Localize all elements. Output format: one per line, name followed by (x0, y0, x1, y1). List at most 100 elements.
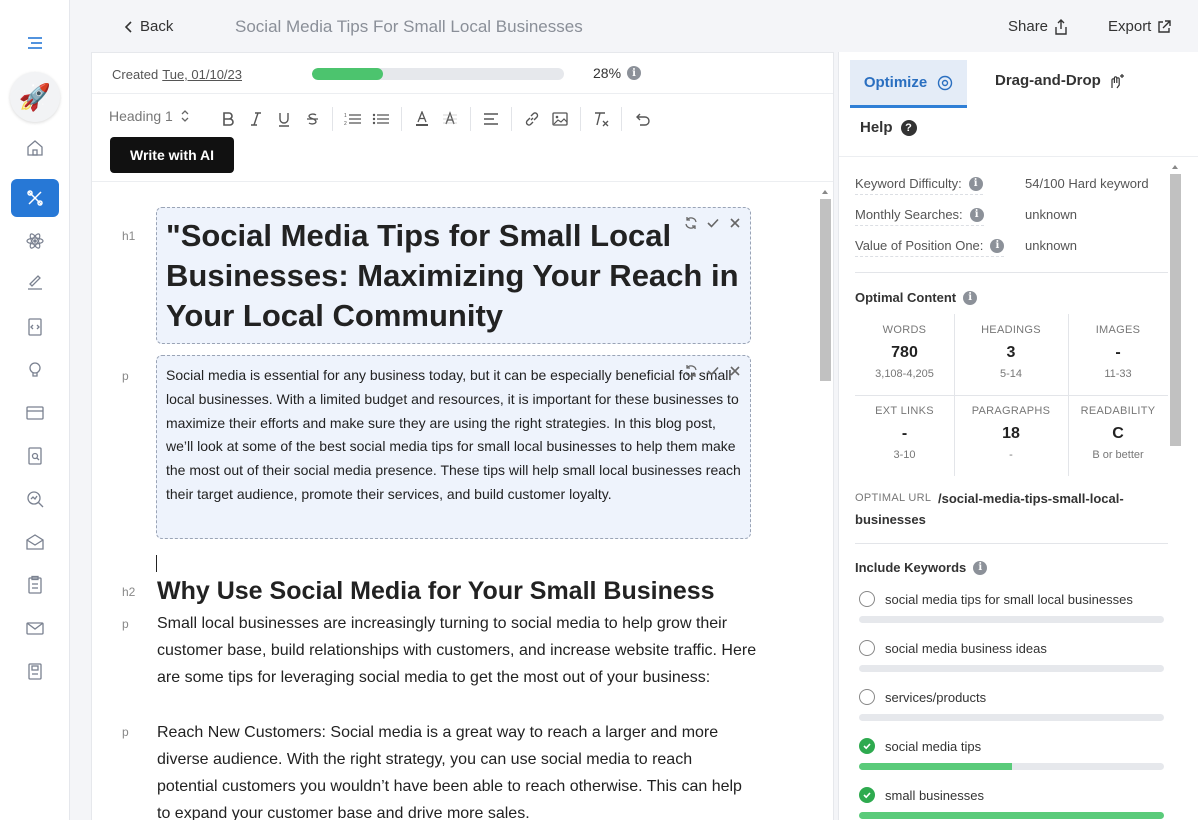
panel-scrollbar[interactable] (1169, 160, 1181, 820)
doc-search-icon[interactable] (11, 437, 59, 475)
toolbar-separator (580, 107, 581, 131)
undo-icon[interactable] (628, 105, 656, 133)
metric-range: B or better (1068, 449, 1168, 461)
document-title[interactable]: Social Media Tips For Small Local Busine… (235, 17, 583, 37)
section-divider (855, 543, 1168, 544)
h1-text[interactable]: "Social Media Tips for Small Local Busin… (157, 208, 750, 336)
strikethrough-icon[interactable] (298, 105, 326, 133)
h1-suggestion-block[interactable]: "Social Media Tips for Small Local Busin… (156, 207, 751, 344)
editor-tools-icon[interactable] (11, 179, 59, 217)
metrics-grid: WORDS 780 3,108-4,205 HEADINGS 3 5-14 IM… (855, 314, 1168, 476)
tab-drag-and-drop[interactable]: Drag-and-Drop (995, 72, 1125, 89)
metric-value: 3 (954, 344, 1068, 362)
scroll-up-icon[interactable] (1169, 162, 1181, 172)
link-icon[interactable] (518, 105, 546, 133)
position-one-text: Value of Position One: (855, 238, 983, 253)
menu-icon[interactable] (11, 24, 59, 62)
back-button[interactable]: Back (124, 18, 173, 35)
editor-scrollbar[interactable] (819, 185, 831, 820)
metric-label: HEADINGS (954, 324, 1068, 336)
tab-optimize[interactable]: Optimize (850, 60, 967, 108)
info-icon[interactable]: i (969, 177, 983, 191)
close-icon[interactable] (728, 216, 742, 230)
created-info: Created Tue, 01/10/23 (112, 67, 242, 82)
keyword-item[interactable]: small businesses (859, 787, 1164, 819)
inbox-icon[interactable] (11, 523, 59, 561)
metric-label: EXT LINKS (855, 405, 954, 417)
info-icon[interactable]: i (973, 561, 987, 575)
home-icon[interactable] (11, 129, 59, 167)
italic-icon[interactable] (242, 105, 270, 133)
block-tag-h1: h1 (122, 229, 135, 243)
h2-heading[interactable]: Why Use Social Media for Your Small Busi… (157, 577, 715, 606)
bold-icon[interactable] (214, 105, 242, 133)
paragraph-suggestion-block[interactable]: Social media is essential for any busine… (156, 355, 751, 539)
clear-format-icon[interactable] (587, 105, 615, 133)
progress-percent: 28% i (593, 65, 641, 81)
underline-icon[interactable] (270, 105, 298, 133)
metric-value: - (855, 425, 954, 443)
card-icon[interactable] (11, 394, 59, 432)
write-with-ai-button[interactable]: Write with AI (110, 137, 234, 173)
toolbar-separator (621, 107, 622, 131)
rocket-logo-icon[interactable]: 🚀 (10, 72, 60, 122)
tab-help[interactable]: Help ? (860, 119, 917, 136)
lightbulb-icon[interactable] (11, 351, 59, 389)
text-cursor (156, 555, 157, 572)
keyword-usage-fill (859, 812, 1164, 819)
heading-select[interactable]: Heading 1 (109, 108, 189, 124)
text-color-icon[interactable] (408, 105, 436, 133)
keyword-item[interactable]: social media tips (859, 738, 1164, 770)
image-icon[interactable] (546, 105, 574, 133)
highlight-icon[interactable] (436, 105, 464, 133)
keyword-item[interactable]: social media business ideas (859, 640, 1164, 672)
align-left-icon[interactable] (477, 105, 505, 133)
keyword-text: small businesses (885, 788, 984, 803)
save-doc-icon[interactable] (11, 652, 59, 690)
scroll-thumb[interactable] (820, 199, 831, 381)
editor-panel: Created Tue, 01/10/23 28% i Heading 1 12… (91, 52, 834, 820)
empty-circle-icon (859, 689, 875, 705)
mail-icon[interactable] (11, 609, 59, 647)
keyword-item[interactable]: services/products (859, 689, 1164, 721)
section-divider (855, 272, 1168, 273)
pen-icon[interactable] (11, 262, 59, 300)
close-icon[interactable] (728, 364, 742, 378)
refresh-icon[interactable] (684, 216, 698, 230)
position-one-label: Value of Position One: i (855, 238, 1004, 257)
share-button[interactable]: Share (1008, 18, 1068, 35)
info-icon[interactable]: i (963, 291, 977, 305)
keyword-usage-bar (859, 763, 1164, 770)
check-icon[interactable] (706, 216, 720, 230)
clipboard-icon[interactable] (11, 566, 59, 604)
bullet-list-icon[interactable] (367, 105, 395, 133)
paragraph-text[interactable]: Social media is essential for any busine… (157, 356, 750, 507)
analytics-search-icon[interactable] (11, 480, 59, 518)
info-icon[interactable]: i (990, 239, 1004, 253)
block-tag-p: p (122, 617, 129, 631)
check-icon[interactable] (706, 364, 720, 378)
created-date[interactable]: Tue, 01/10/23 (162, 67, 242, 82)
optimal-content-text: Optimal Content (855, 290, 956, 305)
tab-help-label: Help (860, 119, 893, 136)
metric-ext-links: EXT LINKS - 3-10 (855, 395, 954, 476)
code-doc-icon[interactable] (11, 308, 59, 346)
export-button[interactable]: Export (1108, 18, 1171, 35)
optimal-url-value: /social-media-tips-small-local-businesse… (855, 488, 1155, 530)
keyword-item[interactable]: social media tips for small local busine… (859, 591, 1164, 623)
info-icon[interactable]: i (627, 66, 641, 80)
keyword-difficulty-text: Keyword Difficulty: (855, 176, 962, 191)
scroll-thumb[interactable] (1170, 174, 1181, 446)
format-toolbar: 12 (214, 105, 656, 133)
scroll-up-icon[interactable] (819, 187, 831, 197)
check-circle-icon (859, 738, 875, 754)
created-prefix: Created (112, 67, 158, 82)
paragraph-text[interactable]: Reach New Customers: Social media is a g… (157, 719, 757, 820)
atom-icon[interactable] (11, 222, 59, 260)
paragraph-text[interactable]: Small local businesses are increasingly … (157, 610, 757, 691)
refresh-icon[interactable] (684, 364, 698, 378)
ordered-list-icon[interactable]: 12 (339, 105, 367, 133)
info-icon[interactable]: i (970, 208, 984, 222)
keyword-row: small businesses (859, 787, 1164, 803)
metric-readability: READABILITY C B or better (1068, 395, 1168, 476)
